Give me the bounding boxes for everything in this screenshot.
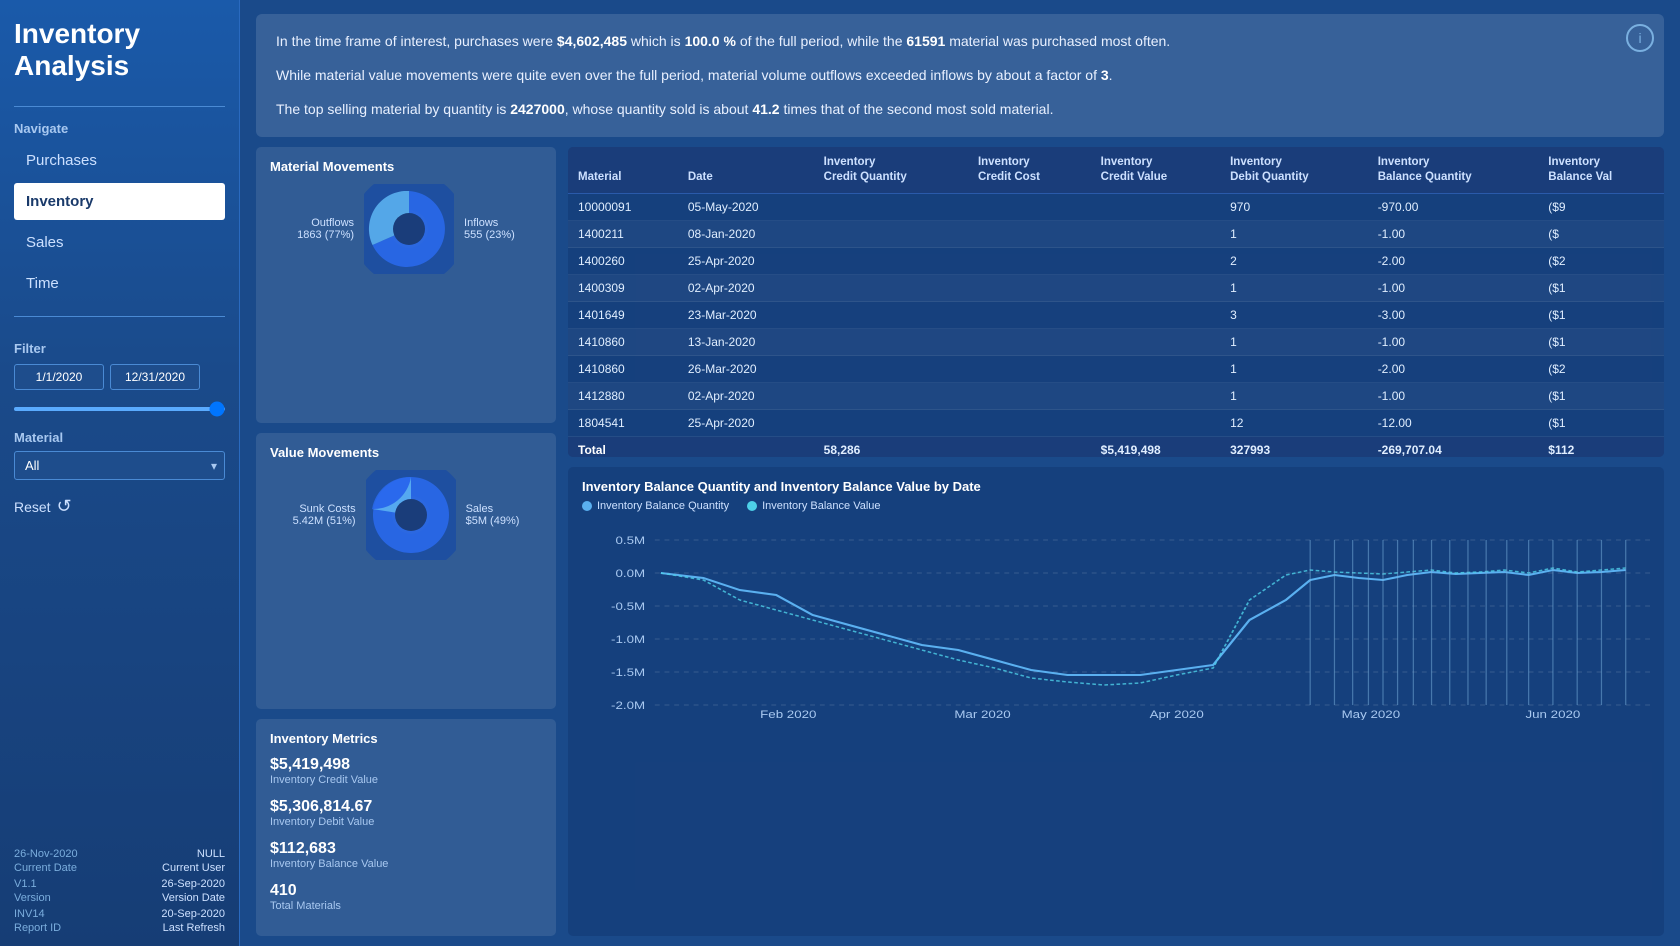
material-label: Material (14, 430, 225, 445)
col-inv-credit-val: InventoryCredit Value (1091, 147, 1220, 193)
table-scroll[interactable]: Material Date InventoryCredit Quantity I… (568, 147, 1664, 457)
current-date-value: 26-Nov-2020 (14, 848, 78, 860)
inventory-table: Material Date InventoryCredit Quantity I… (568, 147, 1664, 457)
outflows-label: Outflows 1863 (77%) (297, 217, 354, 241)
sidebar-item-time[interactable]: Time (14, 265, 225, 302)
reset-icon: ↺ (57, 496, 72, 517)
svg-text:0.0M: 0.0M (615, 567, 645, 580)
insight-line1: In the time frame of interest, purchases… (276, 30, 1644, 54)
legend-balance-qty: Inventory Balance Quantity (582, 500, 729, 512)
table-row: 141086026-Mar-20201-2.00($2 (568, 356, 1664, 383)
metric-debit-value: $5,306,814.67 Inventory Debit Value (270, 798, 542, 828)
table-row: 180454125-Apr-202012-12.00($1 (568, 410, 1664, 437)
col-inv-balance-qty: InventoryBalance Quantity (1368, 147, 1539, 193)
main-content: i In the time frame of interest, purchas… (240, 0, 1680, 946)
col-material: Material (568, 147, 678, 193)
inventory-table-card: Material Date InventoryCredit Quantity I… (568, 147, 1664, 457)
material-select[interactable]: All (14, 451, 225, 480)
version-value: V1.1 (14, 878, 37, 890)
insight-box: i In the time frame of interest, purchas… (256, 14, 1664, 137)
material-movements-title: Material Movements (270, 159, 542, 174)
table-row: 1000009105-May-2020970-970.00($9 (568, 194, 1664, 221)
metric-total-materials: 410 Total Materials (270, 882, 542, 912)
table-row: 141086013-Jan-20201-1.00($1 (568, 329, 1664, 356)
filter-label: Filter (14, 341, 225, 356)
report-id-value: INV14 (14, 908, 45, 920)
last-refresh-value: 20-Sep-2020 (161, 908, 225, 920)
line-chart-title: Inventory Balance Quantity and Inventory… (582, 479, 1650, 494)
svg-text:May 2020: May 2020 (1342, 708, 1401, 720)
sidebar-item-inventory[interactable]: Inventory (14, 183, 225, 220)
sales-label: Sales $5M (49%) (466, 503, 520, 527)
current-user-value: NULL (197, 848, 225, 860)
chart-legend: Inventory Balance Quantity Inventory Bal… (582, 500, 1650, 512)
svg-text:Feb 2020: Feb 2020 (760, 708, 817, 720)
legend-balance-val: Inventory Balance Value (747, 500, 880, 512)
insight-line2: While material value movements were quit… (276, 64, 1644, 88)
svg-text:-1.0M: -1.0M (611, 633, 645, 646)
sunk-costs-label: Sunk Costs 5.42M (51%) (293, 503, 356, 527)
table-row: 140021108-Jan-20201-1.00($ (568, 221, 1664, 248)
svg-text:Mar 2020: Mar 2020 (954, 708, 1011, 720)
insight-line3: The top selling material by quantity is … (276, 98, 1644, 122)
col-inv-balance-val: InventoryBalance Val (1538, 147, 1664, 193)
value-movements-pie (366, 470, 456, 560)
app-title: InventoryAnalysis (14, 18, 225, 82)
svg-text:0.5M: 0.5M (615, 534, 645, 547)
legend-dot-val (747, 501, 757, 511)
legend-dot-qty (582, 501, 592, 511)
info-button[interactable]: i (1626, 24, 1654, 52)
sidebar: InventoryAnalysis Navigate Purchases Inv… (0, 0, 240, 946)
col-date: Date (678, 147, 814, 193)
metric-credit-value: $5,419,498 Inventory Credit Value (270, 756, 542, 786)
reset-label: Reset (14, 499, 51, 515)
reset-button[interactable]: Reset ↺ (14, 496, 72, 517)
table-row: 141288002-Apr-20201-1.00($1 (568, 383, 1664, 410)
col-inv-debit-qty: InventoryDebit Quantity (1220, 147, 1368, 193)
sidebar-item-sales[interactable]: Sales (14, 224, 225, 261)
sidebar-footer: 26-Nov-2020 NULL Current Date Current Us… (14, 848, 225, 936)
value-movements-card: Value Movements Sunk Costs 5.42M (51%) (256, 433, 556, 709)
version-date-value: 26-Sep-2020 (161, 878, 225, 890)
material-movements-card: Material Movements Outflows 1863 (77%) (256, 147, 556, 423)
metric-balance-value: $112,683 Inventory Balance Value (270, 840, 542, 870)
svg-text:-0.5M: -0.5M (611, 600, 645, 613)
table-row: 140030902-Apr-20201-1.00($1 (568, 275, 1664, 302)
line-chart-svg: 0.5M 0.0M -0.5M -1.0M -1.5M -2.0M Feb 20… (582, 520, 1650, 720)
svg-text:-2.0M: -2.0M (611, 699, 645, 712)
date-start-input[interactable] (14, 364, 104, 390)
col-inv-credit-cost: InventoryCredit Cost (968, 147, 1091, 193)
last-refresh-label: Last Refresh (163, 922, 225, 934)
table-total-row: Total 58,286$5,419,498 327993-269,707.04… (568, 437, 1664, 458)
current-date-label: Current Date (14, 862, 77, 874)
table-row: 140026025-Apr-20202-2.00($2 (568, 248, 1664, 275)
current-user-label: Current User (162, 862, 225, 874)
table-row: 140164923-Mar-20203-3.00($1 (568, 302, 1664, 329)
inventory-metrics-title: Inventory Metrics (270, 731, 542, 746)
material-movements-pie (364, 184, 454, 274)
col-inv-credit-qty: InventoryCredit Quantity (814, 147, 968, 193)
version-date-label: Version Date (162, 892, 225, 904)
svg-text:-1.5M: -1.5M (611, 666, 645, 679)
line-chart-card: Inventory Balance Quantity and Inventory… (568, 467, 1664, 936)
report-id-label: Report ID (14, 922, 61, 934)
svg-text:Jun 2020: Jun 2020 (1525, 708, 1580, 720)
svg-text:Apr 2020: Apr 2020 (1150, 708, 1204, 720)
navigate-label: Navigate (14, 121, 225, 136)
version-label: Version (14, 892, 51, 904)
sidebar-item-purchases[interactable]: Purchases (14, 142, 225, 179)
date-end-input[interactable] (110, 364, 200, 390)
date-range-slider[interactable] (14, 407, 225, 411)
inflows-label: Inflows 555 (23%) (464, 217, 515, 241)
value-movements-title: Value Movements (270, 445, 542, 460)
inventory-metrics-card: Inventory Metrics $5,419,498 Inventory C… (256, 719, 556, 936)
